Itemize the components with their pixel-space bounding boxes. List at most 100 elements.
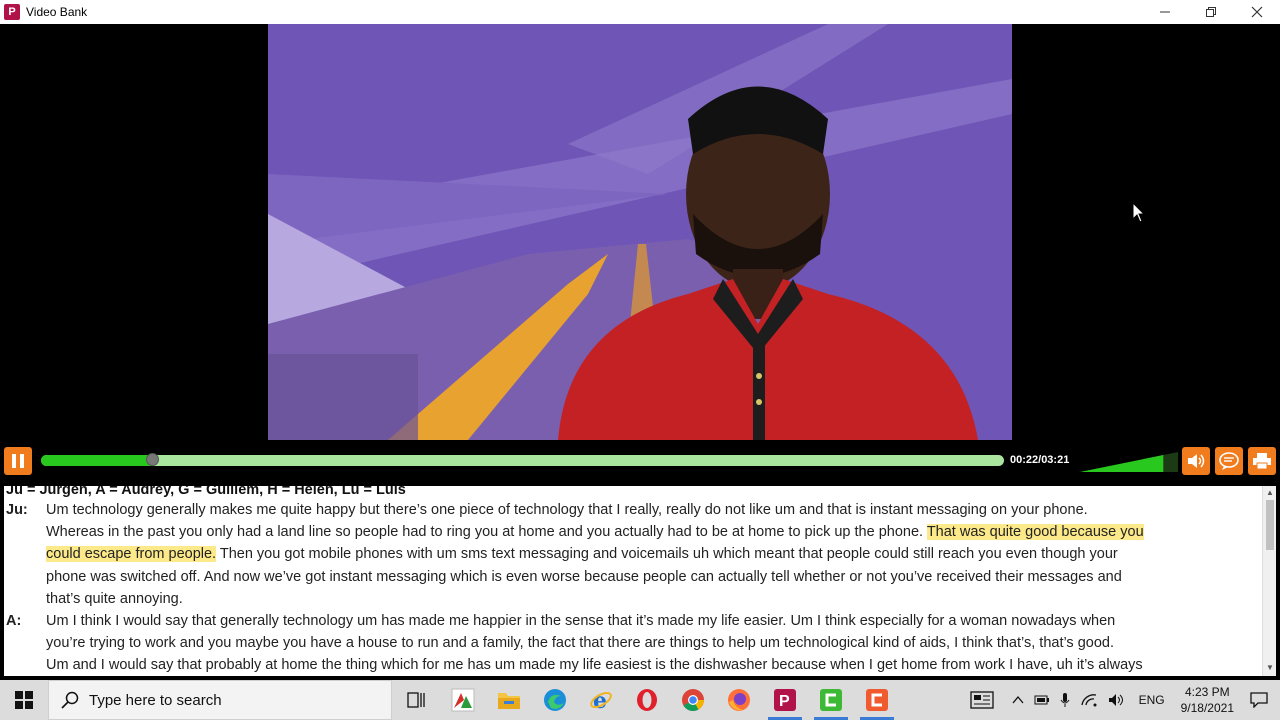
chevron-up-icon (1012, 695, 1024, 704)
restore-icon (1206, 7, 1216, 17)
speaker-legend: Ju = Jürgen, A = Audrey, G = Guillem, H … (6, 486, 406, 498)
transcript-text: Then you got mobile phones with um sms t… (216, 546, 1118, 563)
progress-thumb[interactable] (145, 453, 159, 466)
video-bank-app-icon: P (774, 689, 796, 711)
scroll-up-arrow-icon[interactable]: ▲ (1265, 488, 1275, 498)
battery-button[interactable] (1029, 680, 1055, 720)
printer-icon (1253, 453, 1271, 470)
transcript-text: Whereas in the past you only had a land … (46, 524, 927, 541)
search-icon (61, 691, 79, 709)
wifi-icon (1080, 694, 1097, 707)
microphone-button[interactable] (1055, 680, 1075, 720)
video-image (268, 24, 1012, 440)
speaker-icon (1188, 454, 1205, 468)
taskbar-app-1[interactable] (440, 680, 486, 720)
volume-button[interactable] (1182, 447, 1210, 475)
taskbar-green-app[interactable] (808, 680, 854, 720)
player-controls: 00:22/03:21 (0, 446, 1280, 486)
transcript-text: that’s quite annoying. (46, 590, 183, 607)
speech-bubble-icon (1219, 452, 1239, 470)
pause-icon (12, 454, 16, 468)
progress-fill (41, 455, 152, 466)
firefox-browser-icon (728, 689, 750, 711)
transcript-line: Um technology generally makes me quite h… (46, 502, 1088, 518)
edge-browser-icon (544, 689, 566, 711)
video-frame[interactable] (268, 24, 1012, 440)
task-view-icon (407, 692, 425, 708)
speaker-tray-icon (1108, 694, 1123, 706)
language-indicator[interactable]: ENG (1131, 680, 1173, 720)
taskbar-file-explorer[interactable] (486, 680, 532, 720)
transcript-scrollbar[interactable]: ▲ ▼ (1262, 486, 1276, 676)
transcript-line: you’re trying to work and you maybe you … (46, 635, 1114, 651)
transcript-panel[interactable]: Ju = Jürgen, A = Audrey, G = Guillem, H … (4, 486, 1262, 676)
news-widget-button[interactable] (965, 680, 999, 720)
transcript-text: Um and I would say that probably at home… (46, 657, 1143, 674)
svg-text:e: e (593, 688, 607, 712)
highlighted-text: That was quite good because you (926, 524, 1144, 541)
folder-icon (498, 693, 520, 709)
scrollbar-thumb[interactable] (1266, 500, 1274, 550)
transcript-line: Um I think I would say that generally te… (46, 613, 1115, 629)
video-area[interactable] (0, 24, 1280, 446)
pause-button[interactable] (4, 447, 32, 475)
clock-date: 9/18/2021 (1180, 701, 1234, 715)
green-app-icon (820, 689, 842, 711)
minimize-icon (1160, 11, 1170, 13)
print-button[interactable] (1248, 447, 1276, 475)
transcript-line: could escape from people. Then you got m… (46, 546, 1118, 563)
opera-browser-icon (637, 689, 657, 711)
taskbar-internet-explorer[interactable]: e (578, 680, 624, 720)
transcript-text: Um I think I would say that generally te… (46, 613, 1116, 629)
search-placeholder: Type here to search (89, 691, 222, 709)
taskbar-chrome[interactable] (670, 680, 716, 720)
transcript-line: Um and I would say that probably at home… (46, 657, 1143, 673)
volume-slider[interactable] (1080, 452, 1178, 472)
notification-icon (1250, 692, 1268, 708)
taskbar-edge[interactable] (532, 680, 578, 720)
notification-center-button[interactable] (1242, 680, 1280, 720)
transcript-line: phone was switched off. And now we’ve go… (46, 569, 1122, 585)
restore-button[interactable] (1188, 0, 1234, 24)
transcript-text: Um technology generally makes me quite h… (46, 502, 1088, 518)
taskbar-opera[interactable] (624, 680, 670, 720)
minimize-button[interactable] (1142, 0, 1188, 24)
internet-explorer-icon: e (590, 688, 612, 712)
speaker-label: A: (6, 613, 22, 629)
windows-logo-icon (15, 691, 33, 709)
transcript-text: phone was switched off. And now we’ve go… (46, 568, 1122, 585)
taskbar-search[interactable]: Type here to search (48, 680, 392, 720)
progress-track[interactable] (41, 453, 1004, 466)
window-controls (1142, 0, 1280, 24)
presentation-app-icon (451, 688, 475, 712)
mouse-cursor-icon (1132, 202, 1146, 223)
time-display: 00:22/03:21 (1010, 454, 1070, 466)
system-tray: ENG 4:23 PM 9/18/2021 (965, 680, 1280, 720)
window-title: Video Bank (26, 5, 88, 19)
clock-time: 4:23 PM (1184, 685, 1230, 699)
battery-icon (1034, 695, 1049, 705)
app-icon: P (4, 4, 20, 20)
svg-text:P: P (779, 693, 790, 710)
taskbar-orange-app[interactable] (854, 680, 900, 720)
task-view-button[interactable] (394, 680, 440, 720)
start-button[interactable] (0, 680, 48, 720)
highlighted-text: could escape from people. (46, 546, 217, 563)
chrome-browser-icon (682, 689, 704, 711)
close-button[interactable] (1234, 0, 1280, 24)
transcript-button[interactable] (1215, 447, 1243, 475)
clock[interactable]: 4:23 PM 9/18/2021 (1173, 680, 1242, 720)
transcript-text: you’re trying to work and you maybe you … (46, 635, 1114, 652)
volume-tray-button[interactable] (1103, 680, 1131, 720)
speaker-label: Ju: (6, 502, 28, 518)
close-icon (1251, 6, 1263, 18)
taskbar-video-bank[interactable]: P (762, 680, 808, 720)
orange-app-icon (866, 689, 888, 711)
scroll-down-arrow-icon[interactable]: ▼ (1265, 663, 1275, 673)
taskbar-firefox[interactable] (716, 680, 762, 720)
wifi-button[interactable] (1075, 680, 1103, 720)
show-hidden-icons-button[interactable] (1007, 680, 1029, 720)
transcript-line: Whereas in the past you only had a land … (46, 524, 1144, 541)
title-bar: P Video Bank (0, 0, 1280, 24)
taskbar: Type here to search e P ENG 4:23 PM 9/18… (0, 680, 1280, 720)
